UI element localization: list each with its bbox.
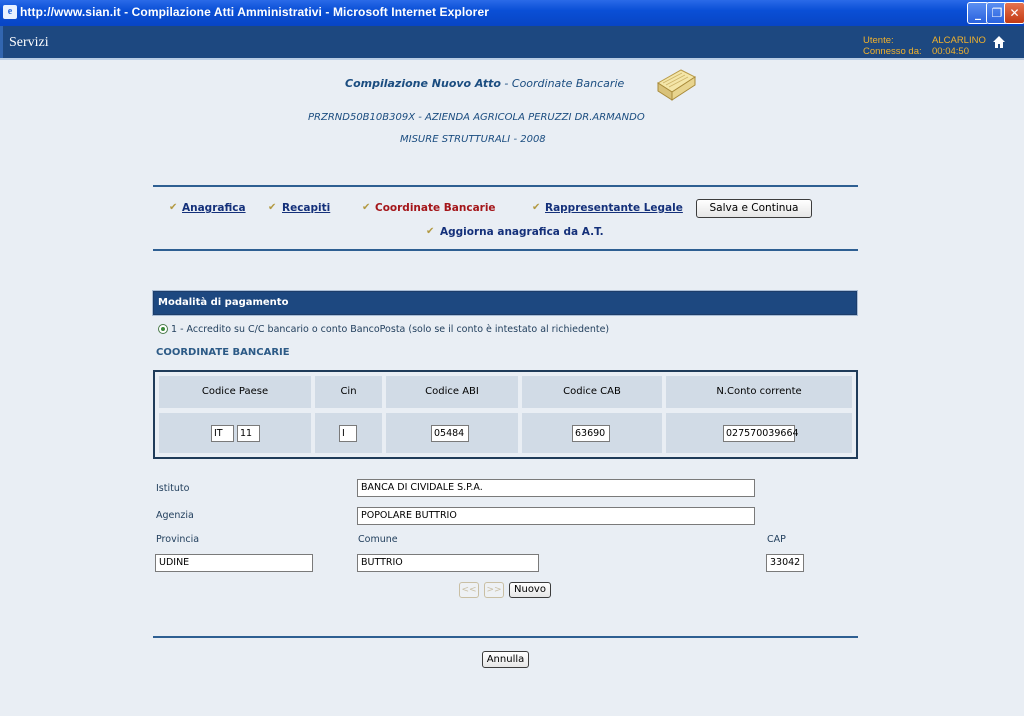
provincia-field[interactable]: UDINE [155,554,313,572]
check-bullet-icon: ✔ [169,202,178,213]
payment-option-radio[interactable] [158,324,168,334]
cell-codice-cab: 63690 [522,413,662,453]
nav-recapiti[interactable]: Recapiti [282,202,330,214]
internet-explorer-icon: e [3,5,17,19]
annulla-button[interactable]: Annulla [482,651,529,668]
connesso-value: 00:04:50 [932,46,969,57]
check-bullet-icon: ✔ [362,202,371,213]
cell-codice-abi: 05484 [386,413,518,453]
nav-aggiorna-anagrafica[interactable]: Aggiorna anagrafica da A.T. [440,226,604,238]
coordinate-bancarie-title: COORDINATE BANCARIE [156,347,290,358]
cin-input[interactable]: I [339,425,357,442]
utente-value: ALCARLINO [932,35,986,46]
column-header-conto-corrente: N.Conto corrente [666,376,852,408]
next-button[interactable]: >> [484,582,504,598]
provincia-label: Provincia [156,534,200,545]
payment-section-header: Modalità di pagamento [152,290,858,316]
cab-input[interactable]: 63690 [572,425,610,442]
subject-line: PRZRND50B10B309X - AZIENDA AGRICOLA PERU… [308,112,645,123]
nav-top-divider [153,185,858,187]
payment-option-label: 1 - Accredito su C/C bancario o conto Ba… [171,324,610,335]
nav-anagrafica[interactable]: Anagrafica [182,202,246,214]
home-icon[interactable] [992,35,1006,49]
agenzia-field[interactable]: POPOLARE BUTTRIO [357,507,755,525]
check-bullet-icon: ✔ [426,226,435,237]
measure-line: MISURE STRUTTURALI - 2008 [400,134,546,145]
cell-codice-paese: IT 11 [159,413,311,453]
comune-field[interactable]: BUTTRIO [357,554,539,572]
save-continue-button[interactable]: Salva e Continua [696,199,812,218]
book-icon [655,67,697,103]
check-digits-input[interactable]: 11 [237,425,260,442]
window-title: http://www.sian.it - Compilazione Atti A… [20,5,489,19]
cell-conto-corrente: 027570039664 [666,413,852,453]
page-title: Compilazione Nuovo Atto - Coordinate Ban… [345,77,624,90]
check-bullet-icon: ✔ [532,202,541,213]
conto-input[interactable]: 027570039664 [723,425,799,442]
nav-coordinate-bancarie[interactable]: Coordinate Bancarie [375,202,496,214]
payment-section-title: Modalità di pagamento [158,297,289,308]
abi-input[interactable]: 05484 [431,425,469,442]
column-header-codice-cab: Codice CAB [522,376,662,408]
cell-cin: I [315,413,382,453]
page-title-bold: Compilazione Nuovo Atto [345,77,501,90]
nav-bottom-divider [153,249,858,251]
footer-divider [153,636,858,638]
header-separator [0,58,1024,60]
agenzia-label: Agenzia [156,510,194,521]
close-button[interactable]: ✕ [1004,2,1024,24]
cap-field[interactable]: 33042 [766,554,804,572]
app-header: Servizi Utente: ALCARLINO Connesso da: 0… [0,26,1024,58]
column-header-codice-paese: Codice Paese [159,376,311,408]
page-title-subtitle: - Coordinate Bancarie [500,77,625,90]
bank-coordinates-table: Codice Paese Cin Codice ABI Codice CAB N… [153,370,858,459]
servizi-menu[interactable]: Servizi [9,35,49,51]
istituto-label: Istituto [156,483,190,494]
comune-label: Comune [358,534,398,545]
nuovo-button[interactable]: Nuovo [509,582,551,598]
previous-button[interactable]: << [459,582,479,598]
window-title-bar[interactable]: e http://www.sian.it - Compilazione Atti… [0,0,1024,26]
check-bullet-icon: ✔ [268,202,277,213]
cap-label: CAP [767,534,786,545]
nav-rappresentante-legale[interactable]: Rappresentante Legale [545,202,683,214]
istituto-field[interactable]: BANCA DI CIVIDALE S.P.A. [357,479,755,497]
connesso-label: Connesso da: [863,46,922,57]
column-header-codice-abi: Codice ABI [386,376,518,408]
utente-label: Utente: [863,35,894,46]
paese-input[interactable]: IT [211,425,234,442]
column-header-cin: Cin [315,376,382,408]
